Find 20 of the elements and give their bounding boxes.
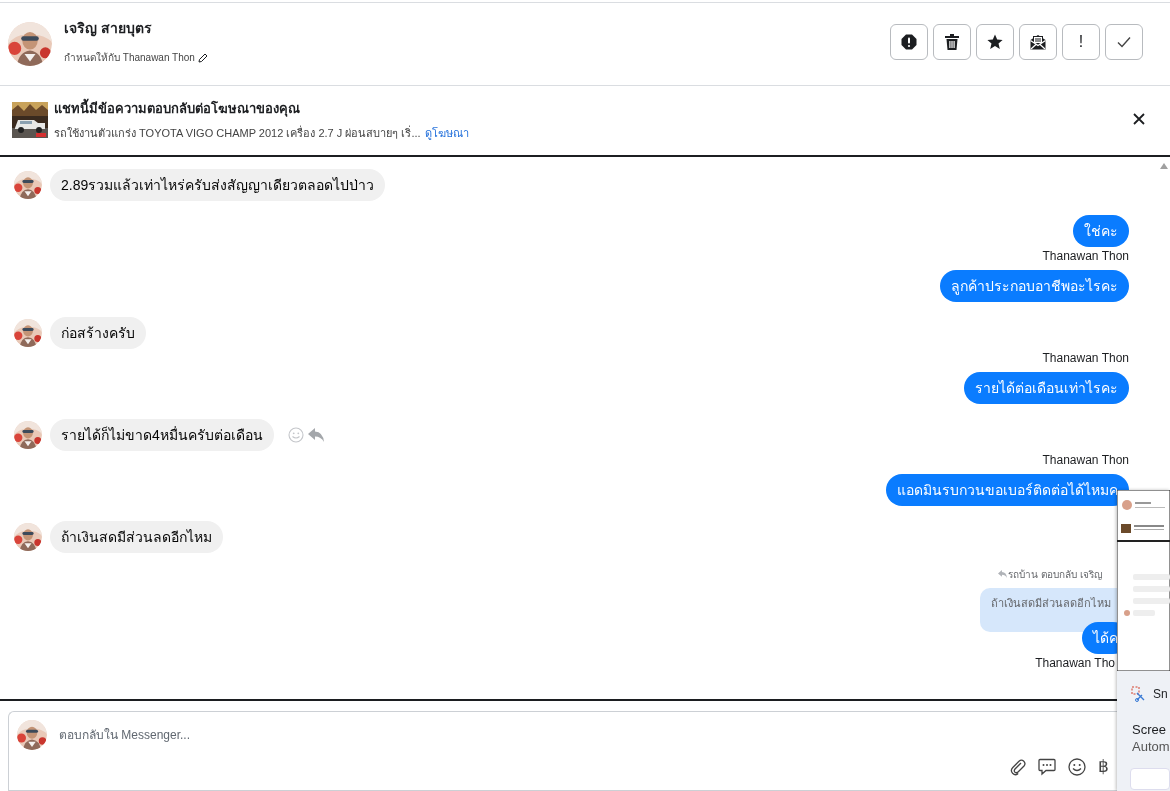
message-bubble: แอดมินรบกวนขอเบอร์ติดต่อได้ไหมค (886, 473, 1129, 506)
sender-name: Thanawan Thon (1042, 350, 1129, 365)
contact-name: เจริญ สายบุตร (64, 19, 153, 39)
sender-name: Thanawan Thon (1042, 452, 1129, 467)
message-bubble: ใช่คะ (1073, 214, 1129, 247)
sender-name: Thanawan Tho (1035, 655, 1115, 670)
message-bubble: 2.89รวมแล้วเท่าไหร่ครับส่งสัญญาเดียวตลอดไปป่าว (50, 168, 386, 201)
message-bubble: ลูกค้าประกอบอาชีพอะไรคะ (940, 269, 1129, 302)
message-bubble: รายได้ต่อเดือนเท่าไรคะ (964, 371, 1129, 404)
message-bubble: ก่อสร้างครับ (50, 316, 146, 349)
message-bubble: รายได้ก็ไม่ขาด4หมื่นครับต่อเดือน (50, 418, 274, 451)
message-bubble: ถ้าเงินสดมีส่วนลดอีกไหม (50, 520, 223, 553)
app-name: Sn (1153, 687, 1168, 701)
ad-description: รถใช้งานตัวแกร่ง TOYOTA VIGO CHAMP 2012 เครื่อง 2.7 J ผ่อนสบายๆ เริ่... (54, 127, 421, 140)
reply-label: รถบ้าน ตอบกลับ เจริญ (1008, 567, 1103, 582)
ad-title: แชทนี้มีข้อความตอบกลับต่อโฆษณาของคุณ (54, 98, 1132, 120)
sender-name: Thanawan Thon (1042, 248, 1129, 263)
notification-text: Autom (1131, 738, 1170, 754)
assigned-label: กำหนดให้กับ Thanawan Thon (64, 51, 195, 66)
notification-title: Scree (1131, 721, 1167, 737)
